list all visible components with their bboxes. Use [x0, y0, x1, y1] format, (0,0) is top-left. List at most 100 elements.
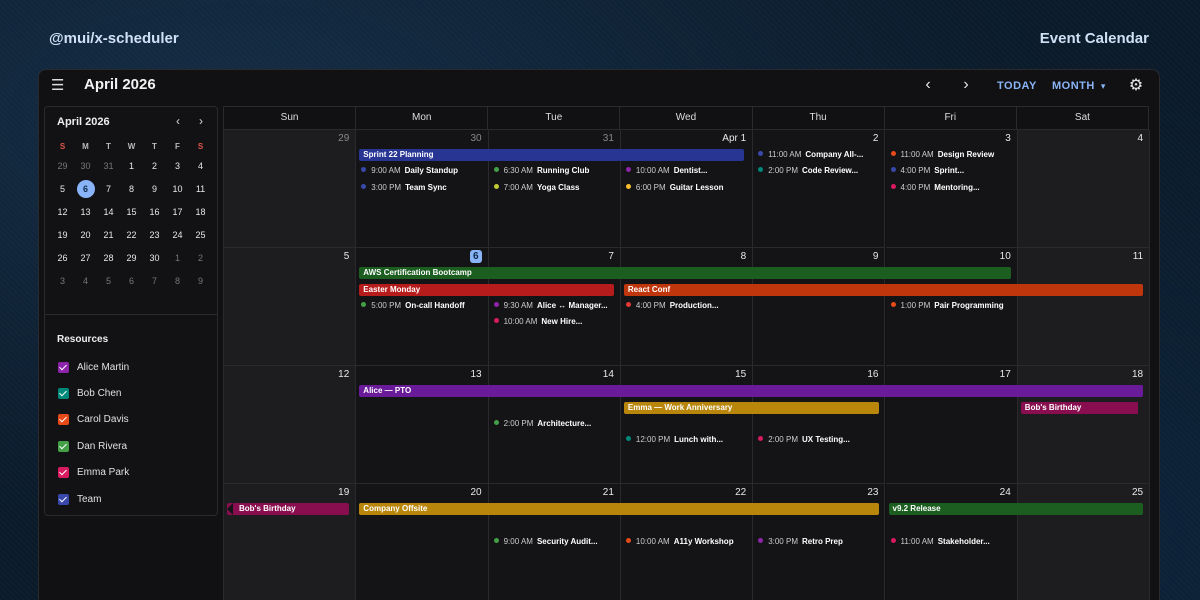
mini-day[interactable]: 14	[97, 201, 120, 224]
mini-day[interactable]: 9	[189, 270, 212, 293]
mini-day[interactable]: 21	[97, 224, 120, 247]
day-cell[interactable]: 15	[620, 366, 754, 484]
mini-day[interactable]: 8	[166, 270, 189, 293]
event-item[interactable]: 5:00 PM On-call Handoff	[361, 300, 485, 312]
event-item[interactable]: 2:00 PM Code Review...	[758, 165, 882, 177]
mini-day[interactable]: 28	[97, 247, 120, 270]
mini-day[interactable]: 29	[51, 155, 74, 178]
previous-month-button[interactable]: ‹	[918, 76, 938, 96]
mini-day[interactable]: 30	[74, 155, 97, 178]
event-item[interactable]: 4:00 PM Production...	[625, 300, 750, 312]
event-item[interactable]: 1:00 PM Pair Programming	[890, 300, 1015, 312]
checkbox-icon[interactable]	[58, 440, 69, 452]
checkbox-icon[interactable]	[58, 493, 69, 505]
resource-item[interactable]: Alice Martin	[58, 354, 129, 380]
mini-day[interactable]: 27	[74, 247, 97, 270]
mini-day[interactable]: 29	[120, 247, 143, 270]
mini-day[interactable]: 18	[189, 201, 212, 224]
checkbox-icon[interactable]	[58, 361, 69, 373]
resource-item[interactable]: Carol Davis	[58, 407, 129, 433]
event-item[interactable]: 11:00 AM Stakeholder...	[890, 536, 1015, 548]
event-bar[interactable]: Company Offsite	[359, 503, 879, 515]
mini-day[interactable]: 4	[189, 155, 212, 178]
event-item[interactable]: 6:30 AM Running Club	[493, 165, 618, 177]
resource-item[interactable]: Emma Park	[58, 460, 129, 486]
event-bar[interactable]: Emma — Work Anniversary	[623, 401, 879, 414]
event-item[interactable]: 9:00 AM Daily Standup	[361, 165, 485, 177]
day-cell[interactable]: 19	[224, 484, 357, 600]
resource-item[interactable]: Team	[58, 486, 129, 512]
mini-day[interactable]: 3	[166, 155, 189, 178]
event-bar[interactable]: AWS Certification Bootcamp	[359, 267, 1011, 279]
mini-day[interactable]: 19	[51, 224, 74, 247]
day-cell[interactable]: 13	[356, 366, 489, 484]
mini-day[interactable]: 2	[189, 247, 212, 270]
event-item[interactable]: 2:00 PM Architecture...	[493, 418, 618, 430]
event-bar[interactable]: v9.2 Release	[888, 503, 1144, 515]
event-bar[interactable]: Bob's Birthday	[1020, 401, 1138, 414]
mini-day[interactable]: 10	[166, 178, 189, 201]
mini-day[interactable]: 1	[166, 247, 189, 270]
mini-day[interactable]: 5	[97, 270, 120, 293]
mini-day[interactable]: 11	[189, 178, 212, 201]
mini-day[interactable]: 5	[51, 178, 74, 201]
day-cell[interactable]: 29	[224, 130, 357, 248]
mini-day[interactable]: 31	[97, 155, 120, 178]
mini-day[interactable]: 8	[120, 178, 143, 201]
mini-day[interactable]: 1	[120, 155, 143, 178]
mini-day[interactable]: 23	[143, 224, 166, 247]
resource-item[interactable]: Dan Rivera	[58, 433, 129, 459]
checkbox-icon[interactable]	[58, 388, 69, 400]
checkbox-icon[interactable]	[58, 467, 69, 479]
day-cell[interactable]: 4	[1017, 130, 1151, 248]
mini-day[interactable]: 30	[143, 247, 166, 270]
event-item[interactable]: 11:00 AM Company All-...	[758, 149, 882, 161]
event-bar[interactable]: Sprint 22 Planning	[359, 149, 744, 161]
mini-day[interactable]: 25	[189, 224, 212, 247]
event-item[interactable]: 10:00 AM A11y Workshop	[625, 536, 750, 548]
event-item[interactable]: 4:00 PM Sprint...	[890, 165, 1015, 177]
resource-item[interactable]: Bob Chen	[58, 380, 129, 406]
event-bar[interactable]: Easter Monday	[359, 283, 614, 296]
mini-day[interactable]: 2	[143, 155, 166, 178]
mini-next-button[interactable]: ›	[194, 114, 208, 128]
day-cell[interactable]: 12	[224, 366, 357, 484]
event-item[interactable]: 4:00 PM Mentoring...	[890, 182, 1015, 194]
day-cell[interactable]: 18	[1017, 366, 1151, 484]
day-cell[interactable]: 16	[753, 366, 886, 484]
event-bar[interactable]: Alice — PTO	[359, 385, 1144, 397]
day-cell[interactable]: 5	[224, 248, 357, 366]
view-select[interactable]: MONTH ▾	[1052, 80, 1106, 92]
day-cell[interactable]: 20	[356, 484, 489, 600]
menu-collapse-icon[interactable]: ☰	[51, 78, 67, 94]
mini-day[interactable]: 7	[143, 270, 166, 293]
gear-icon[interactable]: ⚙	[1126, 76, 1146, 96]
event-item[interactable]: 10:00 AM New Hire...	[493, 316, 618, 328]
event-item[interactable]: 6:00 PM Guitar Lesson	[625, 182, 750, 194]
mini-day[interactable]: 26	[51, 247, 74, 270]
mini-day[interactable]: 4	[74, 270, 97, 293]
event-bar[interactable]: React Conf	[623, 283, 1144, 296]
mini-day[interactable]: 24	[166, 224, 189, 247]
mini-day[interactable]: 15	[120, 201, 143, 224]
event-item[interactable]: 10:00 AM Dentist...	[625, 165, 750, 177]
mini-day[interactable]: 20	[74, 224, 97, 247]
day-cell[interactable]: 9	[753, 248, 886, 366]
mini-day[interactable]: 17	[166, 201, 189, 224]
day-cell[interactable]: 17	[885, 366, 1018, 484]
mini-day[interactable]: 13	[74, 201, 97, 224]
mini-prev-button[interactable]: ‹	[171, 114, 185, 128]
day-cell[interactable]: 11	[1017, 248, 1151, 366]
mini-day[interactable]: 22	[120, 224, 143, 247]
mini-day[interactable]: 6	[120, 270, 143, 293]
mini-day[interactable]: 9	[143, 178, 166, 201]
event-item[interactable]: 11:00 AM Design Review	[890, 149, 1015, 161]
event-item[interactable]: 3:00 PM Retro Prep	[758, 536, 882, 548]
event-item[interactable]: 2:00 PM UX Testing...	[758, 434, 882, 446]
event-item[interactable]: 9:30 AM Alice ↔ Manager...	[493, 300, 618, 312]
checkbox-icon[interactable]	[58, 414, 69, 426]
event-item[interactable]: 7:00 AM Yoga Class	[493, 182, 618, 194]
event-item[interactable]: 9:00 AM Security Audit...	[493, 536, 618, 548]
mini-day[interactable]: 3	[51, 270, 74, 293]
mini-day[interactable]: 12	[51, 201, 74, 224]
